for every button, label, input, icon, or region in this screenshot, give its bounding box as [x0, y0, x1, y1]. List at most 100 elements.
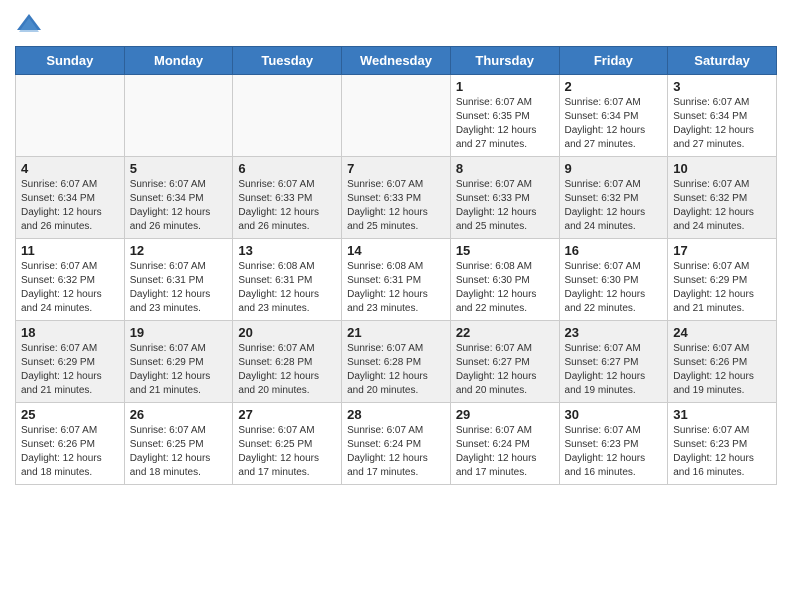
- day-info: Sunrise: 6:07 AMSunset: 6:33 PMDaylight:…: [456, 178, 554, 234]
- calendar-cell: 19 Sunrise: 6:07 AMSunset: 6:29 PMDayligh…: [124, 321, 233, 403]
- calendar-week-row: 4 Sunrise: 6:07 AMSunset: 6:34 PMDaylight…: [16, 157, 777, 239]
- calendar-cell: 14 Sunrise: 6:08 AMSunset: 6:31 PMDayligh…: [342, 239, 451, 321]
- calendar-cell: 23 Sunrise: 6:07 AMSunset: 6:27 PMDayligh…: [559, 321, 668, 403]
- day-number: 28: [347, 407, 445, 422]
- day-info: Sunrise: 6:07 AMSunset: 6:26 PMDaylight:…: [21, 424, 119, 480]
- logo: [15, 10, 47, 38]
- day-number: 16: [565, 243, 663, 258]
- calendar-cell: 25 Sunrise: 6:07 AMSunset: 6:26 PMDayligh…: [16, 403, 125, 485]
- calendar-week-row: 25 Sunrise: 6:07 AMSunset: 6:26 PMDayligh…: [16, 403, 777, 485]
- weekday-header-row: SundayMondayTuesdayWednesdayThursdayFrid…: [16, 47, 777, 75]
- day-number: 18: [21, 325, 119, 340]
- day-info: Sunrise: 6:07 AMSunset: 6:31 PMDaylight:…: [130, 260, 228, 316]
- calendar-cell: 3Sunrise: 6:07 AMSunset: 6:34 PMDaylight…: [668, 75, 777, 157]
- day-number: 12: [130, 243, 228, 258]
- calendar-cell: 6 Sunrise: 6:07 AMSunset: 6:33 PMDaylight…: [233, 157, 342, 239]
- day-info: Sunrise: 6:08 AMSunset: 6:31 PMDaylight:…: [238, 260, 336, 316]
- calendar-cell: 30Sunrise: 6:07 AMSunset: 6:23 PMDayligh…: [559, 403, 668, 485]
- calendar-cell: 28 Sunrise: 6:07 AMSunset: 6:24 PMDayligh…: [342, 403, 451, 485]
- calendar-week-row: 18 Sunrise: 6:07 AMSunset: 6:29 PMDayligh…: [16, 321, 777, 403]
- day-info: Sunrise: 6:08 AMSunset: 6:31 PMDaylight:…: [347, 260, 445, 316]
- day-number: 7: [347, 161, 445, 176]
- day-number: 9: [565, 161, 663, 176]
- day-number: 8: [456, 161, 554, 176]
- day-number: 31: [673, 407, 771, 422]
- day-info: Sunrise: 6:07 AMSunset: 6:34 PMDaylight:…: [565, 96, 663, 152]
- day-number: 14: [347, 243, 445, 258]
- calendar-cell: 26 Sunrise: 6:07 AMSunset: 6:25 PMDayligh…: [124, 403, 233, 485]
- day-info: Sunrise: 6:07 AMSunset: 6:28 PMDaylight:…: [238, 342, 336, 398]
- calendar-cell: 12 Sunrise: 6:07 AMSunset: 6:31 PMDayligh…: [124, 239, 233, 321]
- calendar-cell: 15 Sunrise: 6:08 AMSunset: 6:30 PMDayligh…: [450, 239, 559, 321]
- day-number: 5: [130, 161, 228, 176]
- calendar-cell: 29 Sunrise: 6:07 AMSunset: 6:24 PMDayligh…: [450, 403, 559, 485]
- day-info: Sunrise: 6:07 AMSunset: 6:33 PMDaylight:…: [347, 178, 445, 234]
- calendar-cell: [233, 75, 342, 157]
- day-info: Sunrise: 6:07 AMSunset: 6:25 PMDaylight:…: [130, 424, 228, 480]
- day-info: Sunrise: 6:07 AMSunset: 6:27 PMDaylight:…: [456, 342, 554, 398]
- day-info: Sunrise: 6:07 AMSunset: 6:29 PMDaylight:…: [21, 342, 119, 398]
- calendar-cell: 13 Sunrise: 6:08 AMSunset: 6:31 PMDayligh…: [233, 239, 342, 321]
- calendar-cell: 1Sunrise: 6:07 AMSunset: 6:35 PMDaylight…: [450, 75, 559, 157]
- day-info: Sunrise: 6:07 AMSunset: 6:30 PMDaylight:…: [565, 260, 663, 316]
- day-number: 19: [130, 325, 228, 340]
- day-number: 1: [456, 79, 554, 94]
- day-info: Sunrise: 6:07 AMSunset: 6:32 PMDaylight:…: [565, 178, 663, 234]
- day-number: 24: [673, 325, 771, 340]
- day-info: Sunrise: 6:07 AMSunset: 6:28 PMDaylight:…: [347, 342, 445, 398]
- day-number: 17: [673, 243, 771, 258]
- day-info: Sunrise: 6:07 AMSunset: 6:25 PMDaylight:…: [238, 424, 336, 480]
- logo-icon: [15, 10, 43, 38]
- day-number: 22: [456, 325, 554, 340]
- day-number: 29: [456, 407, 554, 422]
- day-number: 11: [21, 243, 119, 258]
- calendar-cell: 20 Sunrise: 6:07 AMSunset: 6:28 PMDayligh…: [233, 321, 342, 403]
- day-info: Sunrise: 6:07 AMSunset: 6:23 PMDaylight:…: [565, 424, 663, 480]
- day-info: Sunrise: 6:07 AMSunset: 6:32 PMDaylight:…: [673, 178, 771, 234]
- calendar-cell: 2 Sunrise: 6:07 AMSunset: 6:34 PMDaylight…: [559, 75, 668, 157]
- day-info: Sunrise: 6:07 AMSunset: 6:26 PMDaylight:…: [673, 342, 771, 398]
- day-info: Sunrise: 6:07 AMSunset: 6:34 PMDaylight:…: [130, 178, 228, 234]
- day-info: Sunrise: 6:07 AMSunset: 6:32 PMDaylight:…: [21, 260, 119, 316]
- weekday-header: Sunday: [16, 47, 125, 75]
- calendar-cell: 27 Sunrise: 6:07 AMSunset: 6:25 PMDayligh…: [233, 403, 342, 485]
- calendar-cell: 8 Sunrise: 6:07 AMSunset: 6:33 PMDaylight…: [450, 157, 559, 239]
- day-info: Sunrise: 6:07 AMSunset: 6:34 PMDaylight:…: [21, 178, 119, 234]
- calendar-cell: 16 Sunrise: 6:07 AMSunset: 6:30 PMDayligh…: [559, 239, 668, 321]
- day-info: Sunrise: 6:07 AMSunset: 6:29 PMDaylight:…: [130, 342, 228, 398]
- day-number: 4: [21, 161, 119, 176]
- day-number: 27: [238, 407, 336, 422]
- weekday-header: Friday: [559, 47, 668, 75]
- day-number: 21: [347, 325, 445, 340]
- day-info: Sunrise: 6:07 AMSunset: 6:33 PMDaylight:…: [238, 178, 336, 234]
- day-info: Sunrise: 6:07 AMSunset: 6:24 PMDaylight:…: [456, 424, 554, 480]
- calendar-table: SundayMondayTuesdayWednesdayThursdayFrid…: [15, 46, 777, 485]
- day-number: 20: [238, 325, 336, 340]
- day-info: Sunrise: 6:07 AMSunset: 6:29 PMDaylight:…: [673, 260, 771, 316]
- day-number: 3: [673, 79, 771, 94]
- day-info: Sunrise: 6:07 AMSunset: 6:23 PMDaylight:…: [673, 424, 771, 480]
- calendar-week-row: 1Sunrise: 6:07 AMSunset: 6:35 PMDaylight…: [16, 75, 777, 157]
- day-number: 23: [565, 325, 663, 340]
- day-info: Sunrise: 6:08 AMSunset: 6:30 PMDaylight:…: [456, 260, 554, 316]
- day-number: 6: [238, 161, 336, 176]
- calendar-week-row: 11 Sunrise: 6:07 AMSunset: 6:32 PMDayligh…: [16, 239, 777, 321]
- calendar-cell: 4 Sunrise: 6:07 AMSunset: 6:34 PMDaylight…: [16, 157, 125, 239]
- day-number: 25: [21, 407, 119, 422]
- calendar-cell: [124, 75, 233, 157]
- page-header: [15, 10, 777, 38]
- calendar-cell: 31 Sunrise: 6:07 AMSunset: 6:23 PMDayligh…: [668, 403, 777, 485]
- day-number: 13: [238, 243, 336, 258]
- weekday-header: Saturday: [668, 47, 777, 75]
- day-info: Sunrise: 6:07 AMSunset: 6:27 PMDaylight:…: [565, 342, 663, 398]
- calendar-cell: 24 Sunrise: 6:07 AMSunset: 6:26 PMDayligh…: [668, 321, 777, 403]
- day-number: 10: [673, 161, 771, 176]
- calendar-cell: 9 Sunrise: 6:07 AMSunset: 6:32 PMDaylight…: [559, 157, 668, 239]
- calendar-cell: 18 Sunrise: 6:07 AMSunset: 6:29 PMDayligh…: [16, 321, 125, 403]
- day-number: 15: [456, 243, 554, 258]
- weekday-header: Wednesday: [342, 47, 451, 75]
- day-info: Sunrise: 6:07 AMSunset: 6:24 PMDaylight:…: [347, 424, 445, 480]
- day-number: 2: [565, 79, 663, 94]
- day-number: 26: [130, 407, 228, 422]
- calendar-cell: 10 Sunrise: 6:07 AMSunset: 6:32 PMDayligh…: [668, 157, 777, 239]
